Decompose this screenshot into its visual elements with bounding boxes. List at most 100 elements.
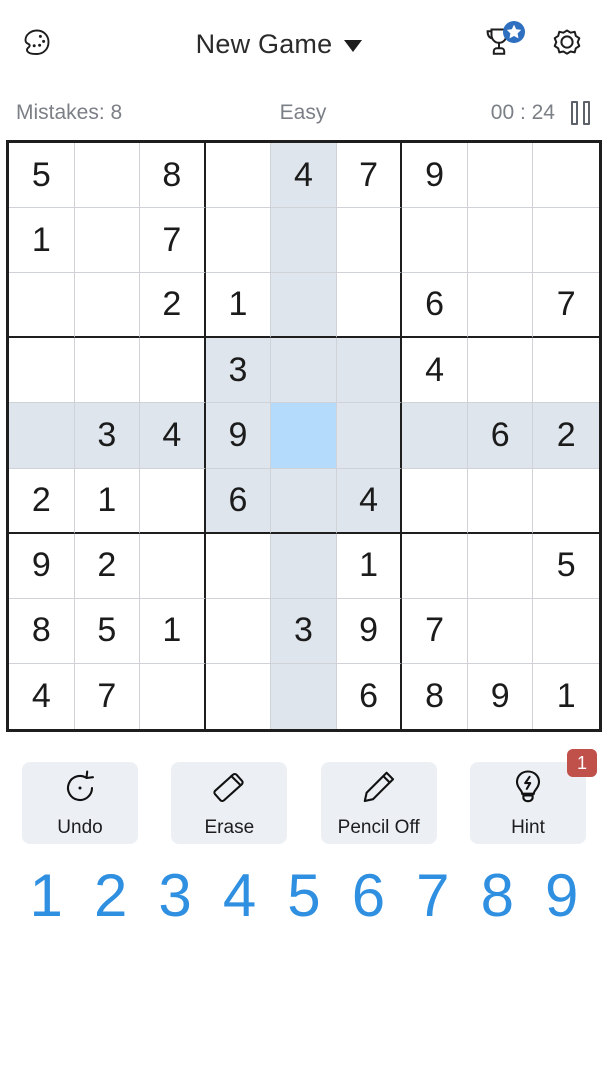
board-cell[interactable]: 8 [9,598,75,664]
board-cell[interactable] [271,663,337,729]
board-cell[interactable] [467,468,534,534]
board-cell[interactable]: 7 [533,273,599,339]
board-cell[interactable] [74,208,141,274]
board-cell[interactable] [271,533,337,599]
board-cell[interactable]: 3 [271,598,337,664]
board-cell[interactable] [336,338,403,404]
numpad-key-3[interactable]: 3 [143,866,207,926]
pause-icon[interactable] [571,101,590,125]
board-cell[interactable] [336,208,403,274]
board-cell[interactable]: 1 [74,468,141,534]
erase-button[interactable]: Erase [171,762,288,844]
board-cell[interactable]: 4 [271,143,337,209]
board-cell[interactable]: 9 [205,403,272,469]
board-cell[interactable] [205,663,272,729]
board-cell[interactable]: 7 [336,143,403,209]
board-cell[interactable]: 9 [9,533,75,599]
board-cell[interactable] [271,273,337,339]
board-cell[interactable]: 4 [9,663,75,729]
numpad-key-6[interactable]: 6 [336,866,400,926]
board-cell[interactable] [533,598,599,664]
board-cell[interactable] [140,533,206,599]
board-cell[interactable]: 6 [336,663,403,729]
board-cell[interactable] [336,403,403,469]
board-cell[interactable]: 2 [9,468,75,534]
numpad-key-4[interactable]: 4 [207,866,271,926]
board-cell[interactable] [533,468,599,534]
settings-button[interactable] [544,21,590,67]
board-cell[interactable] [402,208,468,274]
board-cell[interactable]: 6 [402,273,468,339]
trophy-button[interactable] [476,21,525,67]
board-cell-selected[interactable] [271,403,337,469]
board-cell[interactable] [533,143,599,209]
board-cell[interactable] [205,208,272,274]
board-cell[interactable] [271,468,337,534]
numpad-key-5[interactable]: 5 [272,866,336,926]
board-cell[interactable]: 4 [336,468,403,534]
board-cell[interactable]: 9 [467,663,534,729]
numpad-key-7[interactable]: 7 [401,866,465,926]
board-cell[interactable]: 7 [140,208,206,274]
board-cell[interactable] [205,598,272,664]
board-cell[interactable]: 5 [533,533,599,599]
hint-button[interactable]: Hint 1 [469,749,597,844]
board-cell[interactable]: 6 [467,403,534,469]
board-cell[interactable]: 8 [140,143,206,209]
board-cell[interactable] [467,338,534,404]
board-cell[interactable]: 1 [205,273,272,339]
board-cell[interactable]: 7 [402,598,468,664]
board-cell[interactable]: 6 [205,468,272,534]
board-cell[interactable]: 5 [9,143,75,209]
board-cell[interactable] [74,143,141,209]
board-cell[interactable]: 9 [336,598,403,664]
board-cell[interactable] [402,468,468,534]
board-cell[interactable] [467,208,534,274]
board-cell[interactable]: 3 [205,338,272,404]
board-cell[interactable] [140,663,206,729]
board-cell[interactable] [467,533,534,599]
new-game-dropdown[interactable]: New Game [82,29,476,60]
board-cell[interactable]: 1 [336,533,403,599]
board-cell[interactable]: 4 [402,338,468,404]
board-cell[interactable]: 5 [74,598,141,664]
numpad-key-2[interactable]: 2 [78,866,142,926]
board-cell[interactable]: 8 [402,663,468,729]
board-cell[interactable] [533,338,599,404]
board-cell[interactable] [205,143,272,209]
numpad-key-1[interactable]: 1 [14,866,78,926]
board-cell[interactable] [271,338,337,404]
board-cell[interactable]: 7 [74,663,141,729]
pencil-button[interactable]: Pencil Off [320,762,437,844]
board-cell[interactable] [9,273,75,339]
board-cell[interactable]: 9 [402,143,468,209]
board-cell[interactable] [402,403,468,469]
theme-button[interactable] [14,21,60,67]
board-cell[interactable]: 2 [533,403,599,469]
board-cell[interactable] [336,273,403,339]
number-pad[interactable]: 123456789 [0,844,608,926]
board-cell[interactable] [140,338,206,404]
undo-button[interactable]: Undo [22,762,138,844]
board-cell[interactable] [271,208,337,274]
board-cell[interactable] [140,468,206,534]
numpad-key-9[interactable]: 9 [530,866,594,926]
board-cell[interactable] [402,533,468,599]
board-cell[interactable]: 2 [74,533,141,599]
numpad-key-8[interactable]: 8 [465,866,529,926]
board-cell[interactable] [74,273,141,339]
board-cell[interactable] [9,403,75,469]
board-cell[interactable]: 4 [140,403,206,469]
board-cell[interactable] [467,273,534,339]
board-cell[interactable]: 2 [140,273,206,339]
sudoku-board[interactable]: 58479172167343496221649215851397476891 [6,140,602,732]
board-cell[interactable] [467,598,534,664]
board-cell[interactable] [205,533,272,599]
board-cell[interactable] [9,338,75,404]
board-cell[interactable] [533,208,599,274]
board-cell[interactable]: 3 [74,403,141,469]
board-cell[interactable] [74,338,141,404]
board-cell[interactable] [467,143,534,209]
board-cell[interactable]: 1 [140,598,206,664]
board-cell[interactable]: 1 [533,663,599,729]
